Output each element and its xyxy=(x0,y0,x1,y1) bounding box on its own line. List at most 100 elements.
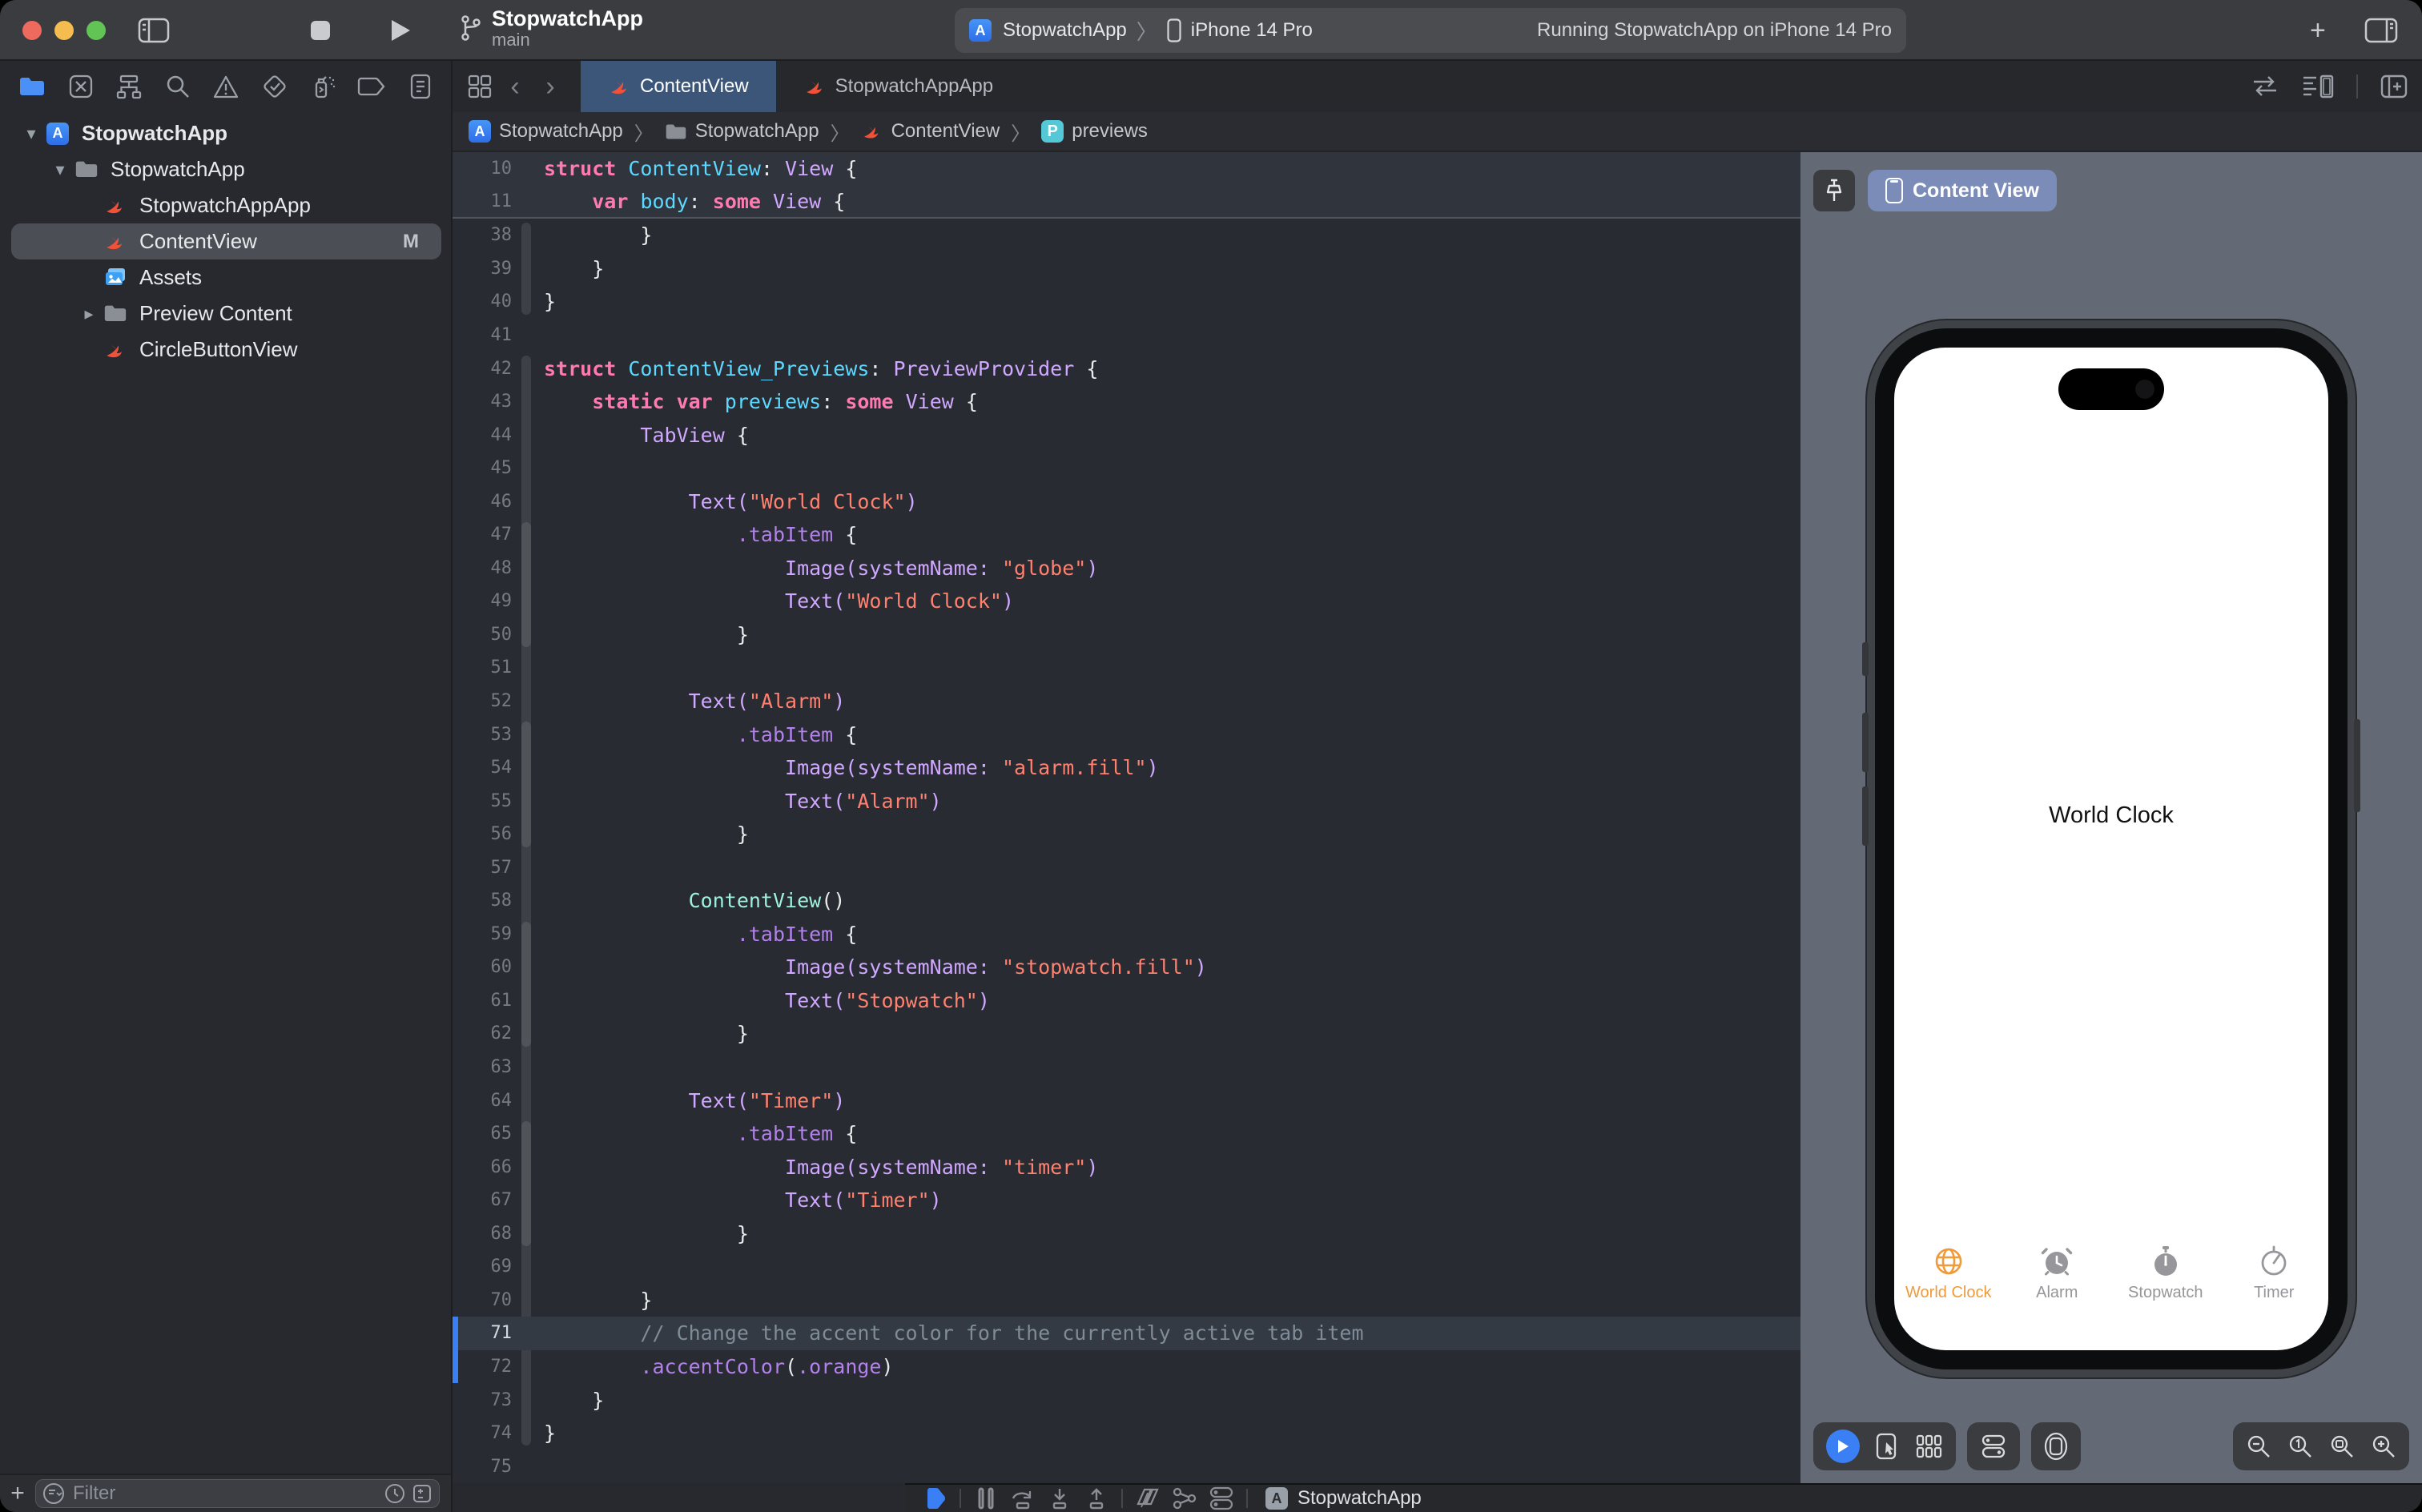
sidebar-item-stopwatchapp[interactable]: ▾ A StopwatchApp xyxy=(0,115,453,151)
line-number[interactable]: 70 xyxy=(453,1290,513,1310)
code-line-65[interactable]: 65 .tabItem { xyxy=(453,1117,1800,1151)
line-number[interactable]: 69 xyxy=(453,1257,513,1277)
disclosure-down-icon[interactable]: ▾ xyxy=(48,159,72,180)
source-editor[interactable]: 10 struct ContentView: View {11 var body:… xyxy=(453,152,1800,1483)
sidebar-item-stopwatchappapp[interactable]: StopwatchAppApp xyxy=(0,187,453,223)
process-picker[interactable]: A StopwatchApp xyxy=(1265,1487,1422,1510)
code-line-56[interactable]: 56 } xyxy=(453,818,1800,851)
code-line-74[interactable]: 74} xyxy=(453,1417,1800,1450)
code-line-57[interactable]: 57 xyxy=(453,850,1800,884)
new-tab-button[interactable]: + xyxy=(2310,0,2326,61)
code-line-69[interactable]: 69 xyxy=(453,1250,1800,1284)
selectable-mode-icon[interactable] xyxy=(1876,1433,1900,1460)
iphone-screen[interactable]: World Clock World Clock Alarm Stopwatch Tim… xyxy=(1894,348,2328,1350)
breadcrumb-stopwatchapp[interactable]: StopwatchApp xyxy=(665,120,819,143)
forward-button[interactable]: › xyxy=(533,69,568,104)
zoom-in-icon[interactable] xyxy=(2371,1434,2396,1459)
stop-button[interactable] xyxy=(309,0,332,61)
sidebar-item-stopwatchapp[interactable]: ▾ StopwatchApp xyxy=(0,151,453,187)
toggle-inspector-icon[interactable] xyxy=(2364,0,2398,61)
recent-files-icon[interactable] xyxy=(384,1483,405,1504)
run-button[interactable] xyxy=(389,0,412,61)
variants-mode-icon[interactable] xyxy=(1916,1434,1943,1458)
line-number[interactable]: 43 xyxy=(453,392,513,412)
line-number[interactable]: 62 xyxy=(453,1023,513,1044)
line-number[interactable]: 55 xyxy=(453,791,513,811)
code-line-51[interactable]: 51 xyxy=(453,651,1800,685)
code-line-42[interactable]: 42 struct ContentView_Previews: PreviewPr… xyxy=(453,352,1800,385)
code-line-75[interactable]: 75 xyxy=(453,1450,1800,1483)
line-number[interactable]: 57 xyxy=(453,858,513,878)
code-line-10[interactable]: 10 struct ContentView: View { xyxy=(453,152,1800,186)
code-line-11[interactable]: 11 var body: some View { xyxy=(453,185,1800,219)
code-line-63[interactable]: 63 xyxy=(453,1051,1800,1084)
code-line-72[interactable]: 72 .accentColor(.orange) xyxy=(453,1349,1800,1384)
line-number[interactable]: 38 xyxy=(453,225,513,245)
report-navigator-icon[interactable] xyxy=(404,70,437,103)
line-number[interactable]: 74 xyxy=(453,1423,513,1443)
line-number[interactable]: 45 xyxy=(453,458,513,478)
environment-overrides-icon[interactable] xyxy=(1203,1486,1240,1511)
code-line-54[interactable]: 54 Image(systemName: "alarm.fill") xyxy=(453,751,1800,785)
code-line-67[interactable]: 67 Text("Timer") xyxy=(453,1184,1800,1217)
line-number[interactable]: 56 xyxy=(453,824,513,844)
step-over-icon[interactable] xyxy=(1004,1486,1041,1511)
code-line-61[interactable]: 61 Text("Stopwatch") xyxy=(453,984,1800,1018)
scheme-destination-label[interactable]: iPhone 14 Pro xyxy=(1191,19,1313,42)
line-number[interactable]: 41 xyxy=(453,325,513,345)
add-editor-icon[interactable] xyxy=(2380,74,2408,99)
code-line-60[interactable]: 60 Image(systemName: "stopwatch.fill") xyxy=(453,951,1800,984)
line-number[interactable]: 68 xyxy=(453,1224,513,1244)
live-preview-button[interactable] xyxy=(1826,1430,1860,1463)
code-line-44[interactable]: 44 TabView { xyxy=(453,418,1800,452)
line-number[interactable]: 49 xyxy=(453,591,513,611)
tab-stopwatchappapp[interactable]: StopwatchAppApp xyxy=(776,61,1020,112)
code-line-39[interactable]: 39 } xyxy=(453,252,1800,286)
code-line-62[interactable]: 62 } xyxy=(453,1017,1800,1051)
source-control-filter-icon[interactable] xyxy=(412,1483,432,1504)
view-hierarchy-icon[interactable] xyxy=(1129,1486,1166,1511)
memory-graph-icon[interactable] xyxy=(1166,1486,1203,1511)
code-line-55[interactable]: 55 Text("Alarm") xyxy=(453,784,1800,818)
scheme-app-label[interactable]: StopwatchApp xyxy=(1003,19,1127,42)
filter-field[interactable]: Filter xyxy=(35,1479,440,1508)
line-number[interactable]: 52 xyxy=(453,691,513,711)
code-line-59[interactable]: 59 .tabItem { xyxy=(453,918,1800,951)
line-number[interactable]: 46 xyxy=(453,492,513,512)
code-line-52[interactable]: 52 Text("Alarm") xyxy=(453,685,1800,718)
code-line-41[interactable]: 41 xyxy=(453,319,1800,352)
disclosure-right-icon[interactable]: ▸ xyxy=(77,304,101,324)
line-number[interactable]: 47 xyxy=(453,525,513,545)
sidebar-item-assets[interactable]: Assets xyxy=(0,259,453,296)
line-number[interactable]: 58 xyxy=(453,891,513,911)
line-number[interactable]: 61 xyxy=(453,991,513,1011)
breadcrumb-stopwatchapp[interactable]: A StopwatchApp xyxy=(469,120,623,143)
zoom-window-button[interactable] xyxy=(86,21,106,40)
line-number[interactable]: 11 xyxy=(453,191,513,211)
code-line-45[interactable]: 45 xyxy=(453,452,1800,485)
close-window-button[interactable] xyxy=(22,21,42,40)
line-number[interactable]: 60 xyxy=(453,957,513,977)
code-line-49[interactable]: 49 Text("World Clock") xyxy=(453,585,1800,618)
device-settings-button[interactable] xyxy=(1967,1422,2020,1470)
source-control-navigator-icon[interactable] xyxy=(65,70,97,103)
tab-contentview[interactable]: ContentView xyxy=(581,61,776,112)
ios-tab-timer[interactable]: Timer xyxy=(2220,1245,2329,1302)
code-line-70[interactable]: 70 } xyxy=(453,1284,1800,1317)
line-number[interactable]: 65 xyxy=(453,1124,513,1144)
issue-navigator-icon[interactable] xyxy=(210,70,242,103)
line-number[interactable]: 51 xyxy=(453,657,513,678)
line-number[interactable]: 63 xyxy=(453,1057,513,1077)
code-line-68[interactable]: 68 } xyxy=(453,1217,1800,1251)
code-line-43[interactable]: 43 static var previews: some View { xyxy=(453,385,1800,419)
pause-icon[interactable] xyxy=(968,1486,1004,1511)
code-line-47[interactable]: 47 .tabItem { xyxy=(453,518,1800,552)
sidebar-item-preview-content[interactable]: ▸ Preview Content xyxy=(0,296,453,332)
swap-editor-icon[interactable] xyxy=(2251,75,2279,98)
line-number[interactable]: 59 xyxy=(453,924,513,944)
line-number[interactable]: 10 xyxy=(453,159,513,179)
line-number[interactable]: 53 xyxy=(453,725,513,745)
line-number[interactable]: 48 xyxy=(453,558,513,578)
code-line-46[interactable]: 46 Text("World Clock") xyxy=(453,485,1800,518)
device-bezels-button[interactable] xyxy=(2031,1422,2081,1470)
